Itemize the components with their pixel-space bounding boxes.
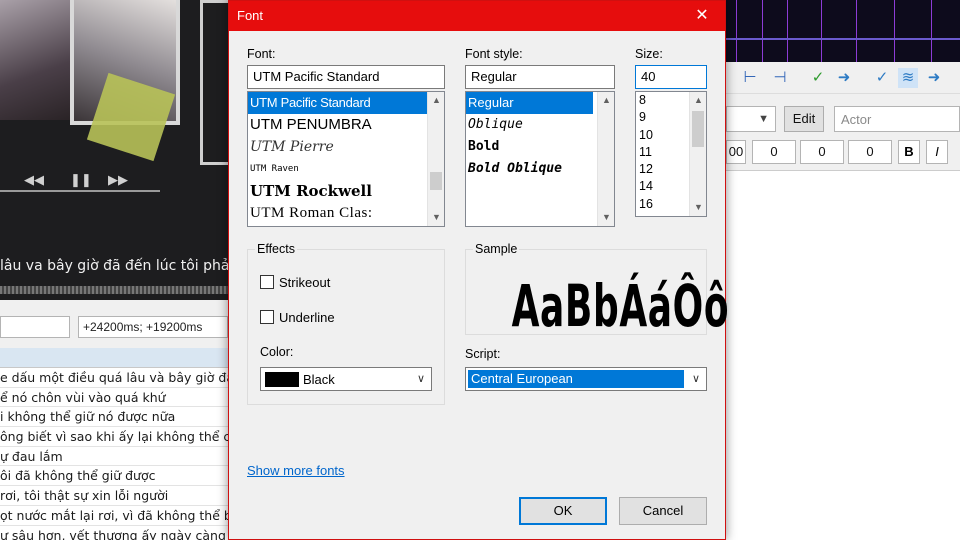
grid-row[interactable]: ôi đã không thể giữ được bbox=[0, 466, 232, 487]
video-player-controls: ◀◀ ❚❚ ▶▶ bbox=[0, 172, 160, 192]
underline-label[interactable]: Underline bbox=[279, 310, 335, 325]
margins-row: 00 0 0 0 B I bbox=[726, 140, 960, 164]
sample-preview: AaBbÁáÔô bbox=[511, 272, 730, 340]
strikeout-checkbox[interactable] bbox=[260, 275, 274, 289]
grid-row[interactable]: ọt nước mắt lại rơi, vì đã không thể bảo… bbox=[0, 506, 232, 526]
chevron-down-icon: ∨ bbox=[691, 373, 700, 385]
forward-icon: ▶▶ bbox=[108, 172, 128, 187]
chevron-up-icon[interactable]: ▲ bbox=[428, 92, 444, 109]
pause-icon: ❚❚ bbox=[70, 172, 92, 187]
subtitle-text-editor[interactable] bbox=[726, 170, 960, 540]
ok-button[interactable]: OK bbox=[519, 497, 607, 525]
script-label: Script: bbox=[465, 347, 501, 361]
chevron-down-icon: ∨ bbox=[416, 373, 425, 385]
script-dropdown[interactable]: Central European ∨ bbox=[465, 367, 707, 391]
font-list-item[interactable]: UTM Rockwell bbox=[248, 180, 444, 202]
scroll-thumb[interactable] bbox=[692, 111, 704, 147]
grid-row[interactable]: ể nó chôn vùi vào quá khứ bbox=[0, 388, 232, 408]
strikeout-label[interactable]: Strikeout bbox=[279, 275, 330, 290]
style-row: ▼ Edit Actor bbox=[726, 104, 960, 134]
chevron-down-icon[interactable]: ▼ bbox=[598, 209, 614, 226]
grid-row[interactable]: e dấu một điều quá lâu và bây giờ đã đến… bbox=[0, 368, 232, 388]
font-list-item[interactable]: UTM Raven bbox=[248, 158, 444, 180]
font-style-item[interactable]: Regular bbox=[466, 92, 593, 114]
chevron-up-icon[interactable]: ▲ bbox=[598, 92, 614, 109]
color-swatch bbox=[265, 372, 299, 387]
font-style-input[interactable]: Regular bbox=[465, 65, 615, 89]
auto-commit-icon[interactable]: ✓ bbox=[872, 68, 892, 88]
cancel-button[interactable]: Cancel bbox=[619, 497, 707, 525]
chevron-down-icon[interactable]: ▼ bbox=[690, 199, 706, 216]
dialog-title: Font bbox=[237, 8, 264, 23]
bold-button[interactable]: B bbox=[898, 140, 920, 164]
commit-right-icon[interactable]: ⊣ bbox=[770, 68, 790, 88]
show-more-fonts-link[interactable]: Show more fonts bbox=[247, 463, 345, 478]
style-dropdown[interactable]: ▼ bbox=[726, 106, 776, 132]
audio-waveform[interactable] bbox=[726, 0, 960, 62]
commit-left-icon[interactable]: ⊢ bbox=[740, 68, 760, 88]
font-list-item[interactable]: UTM Pacific Standard bbox=[248, 92, 444, 114]
video-image-left bbox=[0, 0, 70, 120]
font-style-label: Font style: bbox=[465, 47, 523, 61]
script-value: Central European bbox=[468, 370, 684, 388]
video-preview: ◀◀ ❚❚ ▶▶ lâu va bây giờ đã đến lúc tôi p… bbox=[0, 0, 232, 300]
font-style-list[interactable]: Regular Oblique Bold Bold Oblique ▲ ▼ bbox=[465, 91, 615, 227]
next-arrow-icon[interactable]: ➜ bbox=[834, 68, 854, 88]
close-icon[interactable]: ✕ bbox=[679, 1, 725, 31]
subtitle-grid: e dấu một điều quá lâu và bây giờ đã đến… bbox=[0, 348, 232, 540]
font-name-input[interactable]: UTM Pacific Standard bbox=[247, 65, 445, 89]
color-dropdown[interactable]: Black ∨ bbox=[260, 367, 432, 391]
size-list-scrollbar[interactable]: ▲ ▼ bbox=[689, 92, 706, 216]
grid-row[interactable]: i không thể giữ nó được nữa bbox=[0, 407, 232, 428]
dialog-titlebar: Font ✕ bbox=[229, 1, 725, 31]
size-input[interactable]: 40 bbox=[635, 65, 707, 89]
chevron-up-icon[interactable]: ▲ bbox=[690, 92, 706, 109]
sample-label: Sample bbox=[473, 242, 520, 256]
margin-right-field[interactable]: 0 bbox=[800, 140, 844, 164]
color-label: Color: bbox=[260, 345, 294, 359]
font-list-scrollbar[interactable]: ▲ ▼ bbox=[427, 92, 444, 226]
font-style-item[interactable]: Bold Oblique bbox=[466, 158, 614, 180]
grid-row[interactable]: ông biết vì sao khi ấy lại không thể cất… bbox=[0, 427, 232, 447]
video-progress-line bbox=[0, 190, 160, 192]
time-start-field[interactable] bbox=[0, 316, 70, 338]
italic-button[interactable]: I bbox=[926, 140, 948, 164]
grid-row[interactable]: ự đau lắm bbox=[0, 447, 232, 467]
audio-toolbar: ⊢ ⊣ ✓ ➜ ✓ ≋ ➜ bbox=[726, 62, 960, 94]
underline-checkbox[interactable] bbox=[260, 310, 274, 324]
effects-label: Effects bbox=[255, 242, 297, 256]
sample-group: AaBbÁáÔô bbox=[465, 249, 729, 340]
font-list-item[interactable]: UTM Roman Clas: bbox=[248, 202, 444, 224]
rewind-icon: ◀◀ bbox=[24, 172, 44, 187]
video-subtitle-text: lâu va bây giờ đã đến lúc tôi phải nói bbox=[0, 258, 232, 274]
auto-scroll-icon[interactable]: ≋ bbox=[898, 68, 918, 88]
margin-vertical-field[interactable]: 0 bbox=[848, 140, 892, 164]
font-list-item[interactable]: UTM PENUMBRA bbox=[248, 114, 444, 136]
margin-left-field[interactable]: 0 bbox=[752, 140, 796, 164]
grid-header bbox=[0, 348, 232, 368]
size-list[interactable]: 8 9 10 11 12 14 16 ▲ ▼ bbox=[635, 91, 707, 217]
font-list-item[interactable]: UTM Pierre bbox=[248, 136, 444, 158]
edit-style-button[interactable]: Edit bbox=[784, 106, 824, 132]
size-label: Size: bbox=[635, 47, 663, 61]
font-dialog: Font ✕ Font: UTM Pacific Standard UTM Pa… bbox=[228, 0, 729, 540]
font-style-item[interactable]: Oblique bbox=[466, 114, 614, 136]
chevron-down-icon[interactable]: ▼ bbox=[428, 209, 444, 226]
layer-field[interactable]: 00 bbox=[726, 140, 746, 164]
font-style-item[interactable]: Bold bbox=[466, 136, 614, 158]
font-style-scrollbar[interactable]: ▲ ▼ bbox=[597, 92, 614, 226]
grid-row[interactable]: ự sâu hơn, vết thương ấy ngày càng sâu bbox=[0, 526, 232, 540]
auto-next-icon[interactable]: ➜ bbox=[924, 68, 944, 88]
video-seek-bar[interactable] bbox=[0, 286, 232, 294]
scroll-thumb[interactable] bbox=[430, 172, 442, 190]
edit-panel: ⊢ ⊣ ✓ ➜ ✓ ≋ ➜ ▼ Edit Actor 00 0 0 0 B I bbox=[726, 0, 960, 540]
time-shift-field[interactable]: +24200ms; +19200ms bbox=[78, 316, 228, 338]
checkmark-icon[interactable]: ✓ bbox=[808, 68, 828, 88]
color-value: Black bbox=[303, 372, 335, 387]
grid-row[interactable]: rơi, tôi thật sự xin lỗi người bbox=[0, 486, 232, 506]
actor-field[interactable]: Actor bbox=[834, 106, 960, 132]
font-label: Font: bbox=[247, 47, 276, 61]
font-list[interactable]: UTM Pacific Standard UTM PENUMBRA UTM Pi… bbox=[247, 91, 445, 227]
